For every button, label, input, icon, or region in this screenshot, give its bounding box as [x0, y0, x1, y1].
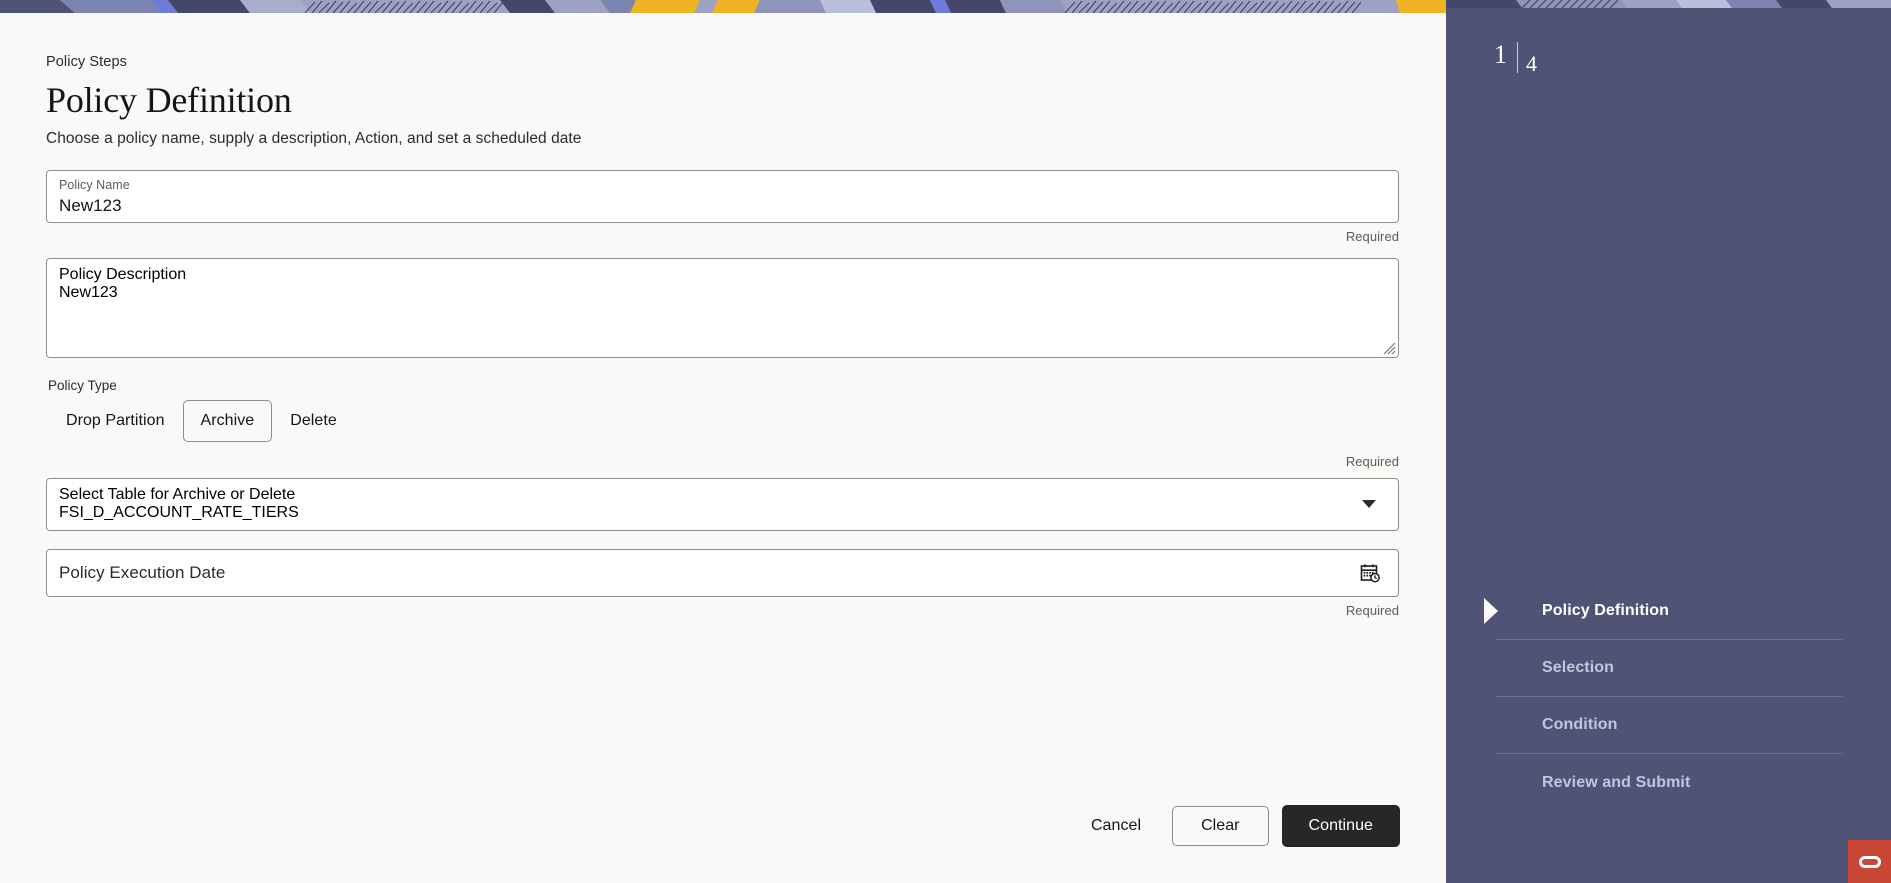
- policy-name-label: Policy Name: [59, 177, 130, 192]
- policy-wizard-page: Policy Steps Policy Definition Choose a …: [0, 0, 1891, 883]
- policy-execution-date-placeholder: Policy Execution Date: [59, 562, 226, 582]
- policy-description-field-group: Policy Description New123: [46, 257, 1400, 358]
- step-counter: 1 4: [1494, 42, 1537, 75]
- clear-button[interactable]: Clear: [1172, 806, 1269, 846]
- fraction-divider: [1517, 42, 1518, 73]
- policy-description-textarea[interactable]: Policy Description New123: [46, 257, 1399, 358]
- calendar-clock-icon[interactable]: [1360, 563, 1380, 583]
- select-table-field-group: Select Table for Archive or Delete FSI_D…: [46, 477, 1400, 531]
- policy-description-label: Policy Description: [59, 265, 187, 283]
- oracle-oval-shape: [1858, 855, 1881, 868]
- sidebar-decorative-banner: [1446, 0, 1891, 8]
- current-step-number: 1: [1494, 40, 1507, 69]
- continue-button[interactable]: Continue: [1281, 805, 1400, 847]
- policy-name-input[interactable]: Policy Name New123: [46, 169, 1399, 223]
- select-table-label: Select Table for Archive or Delete: [59, 485, 296, 503]
- execution-date-required-note: Required: [1345, 602, 1399, 618]
- eyebrow-policy-steps: Policy Steps: [46, 54, 127, 70]
- sidebar-step-label: Selection: [1542, 659, 1615, 676]
- policy-description-value: New123: [59, 283, 118, 301]
- form-action-bar: Cancel Clear Continue: [46, 805, 1400, 847]
- policy-type-button-group: Drop Partition Archive Delete: [48, 399, 1400, 442]
- wizard-sidebar: 1 4 Policy Definition Selection Conditio…: [1446, 0, 1891, 883]
- page-title: Policy Definition: [46, 80, 292, 120]
- cancel-button[interactable]: Cancel: [1073, 807, 1159, 845]
- sidebar-step-label: Policy Definition: [1542, 602, 1670, 619]
- policy-execution-date-input[interactable]: Policy Execution Date: [46, 548, 1399, 597]
- policy-type-label: Policy Type: [48, 377, 117, 393]
- oracle-logo-icon: [1848, 840, 1891, 883]
- execution-date-field-group: Policy Execution Date Required: [46, 548, 1400, 618]
- policy-type-option-delete[interactable]: Delete: [272, 400, 355, 442]
- select-table-dropdown[interactable]: Select Table for Archive or Delete FSI_D…: [46, 477, 1399, 531]
- decorative-banner: [0, 0, 1446, 13]
- sidebar-step-label: Review and Submit: [1542, 773, 1691, 791]
- active-step-pointer-icon: [1484, 598, 1498, 624]
- textarea-resize-handle[interactable]: [1380, 339, 1396, 355]
- sidebar-step-review-and-submit[interactable]: Review and Submit: [1495, 754, 1843, 811]
- page-subtitle: Choose a policy name, supply a descripti…: [46, 129, 582, 147]
- main-content: Policy Steps Policy Definition Choose a …: [0, 0, 1446, 883]
- total-step-number: 4: [1526, 51, 1537, 76]
- chevron-down-icon[interactable]: [1362, 500, 1376, 509]
- sidebar-step-label: Condition: [1542, 716, 1618, 733]
- select-table-value: FSI_D_ACCOUNT_RATE_TIERS: [59, 503, 299, 521]
- sidebar-step-condition[interactable]: Condition: [1495, 697, 1843, 754]
- policy-name-field-group: Policy Name New123 Required: [46, 169, 1400, 244]
- wizard-step-list: Policy Definition Selection Condition Re…: [1484, 583, 1843, 811]
- policy-name-value: New123: [59, 195, 122, 215]
- sidebar-step-selection[interactable]: Selection: [1495, 640, 1843, 697]
- policy-name-required-note: Required: [1345, 228, 1399, 244]
- policy-type-option-drop-partition[interactable]: Drop Partition: [48, 400, 183, 442]
- sidebar-step-policy-definition[interactable]: Policy Definition: [1484, 583, 1843, 640]
- policy-type-option-archive[interactable]: Archive: [182, 399, 273, 442]
- policy-type-required-note: Required: [1345, 453, 1399, 469]
